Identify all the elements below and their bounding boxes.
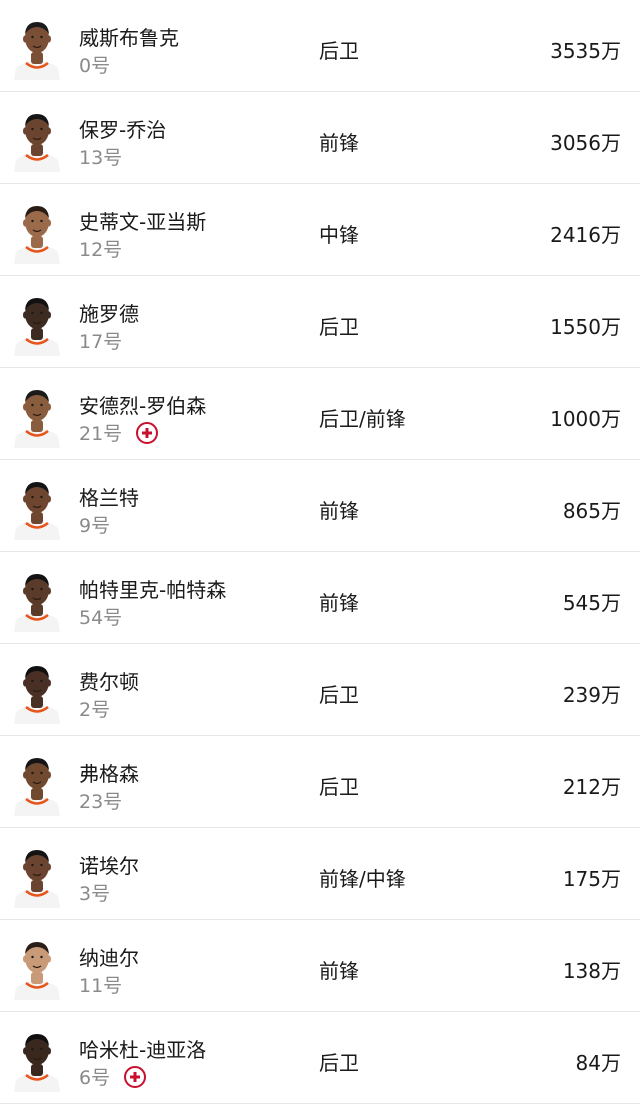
player-salary: 239万 — [562, 683, 621, 707]
player-salary: 84万 — [575, 1051, 621, 1075]
player-row[interactable]: 纳迪尔 11号 前锋 138万 — [0, 920, 640, 1012]
jersey-number-text: 6号 — [79, 1067, 111, 1089]
player-row[interactable]: 威斯布鲁克 0号 后卫 3535万 — [0, 0, 640, 92]
player-name: 帕特里克-帕特森 — [79, 578, 227, 602]
player-name: 威斯布鲁克 — [79, 26, 179, 50]
player-salary: 1000万 — [550, 407, 621, 431]
player-salary: 175万 — [562, 867, 621, 891]
player-number: 13号 — [79, 143, 122, 170]
player-name: 哈米杜-迪亚洛 — [79, 1038, 207, 1062]
player-number: 54号 — [79, 603, 122, 630]
player-name: 保罗-乔治 — [79, 118, 167, 142]
player-position: 前锋/中锋 — [319, 867, 406, 891]
player-salary: 545万 — [562, 591, 621, 615]
player-position: 后卫 — [319, 683, 359, 707]
player-avatar — [12, 290, 62, 356]
player-row[interactable]: 诺埃尔 3号 前锋/中锋 175万 — [0, 828, 640, 920]
player-row[interactable]: 史蒂文-亚当斯 12号 中锋 2416万 — [0, 184, 640, 276]
jersey-number-text: 17号 — [79, 331, 123, 353]
player-number: 21号 — [79, 419, 159, 446]
injury-icon — [136, 421, 159, 444]
player-avatar — [12, 566, 62, 632]
player-salary: 3056万 — [550, 131, 621, 155]
player-position: 后卫 — [319, 39, 359, 63]
injury-icon — [124, 1065, 147, 1088]
jersey-number-text: 21号 — [79, 423, 123, 445]
player-position: 前锋 — [319, 959, 359, 983]
player-row[interactable]: 哈米杜-迪亚洛 6号 后卫 84万 — [0, 1012, 640, 1104]
jersey-number-text: 9号 — [79, 515, 111, 537]
player-salary: 1550万 — [550, 315, 621, 339]
player-position: 后卫/前锋 — [319, 407, 406, 431]
jersey-number-text: 23号 — [79, 791, 123, 813]
jersey-number-text: 2号 — [79, 699, 111, 721]
player-avatar — [12, 750, 62, 816]
player-number: 0号 — [79, 51, 110, 78]
player-name: 费尔顿 — [79, 670, 139, 694]
player-avatar — [12, 14, 62, 80]
player-number: 6号 — [79, 1063, 147, 1090]
player-number: 2号 — [79, 695, 110, 722]
player-row[interactable]: 弗格森 23号 后卫 212万 — [0, 736, 640, 828]
player-position: 后卫 — [319, 1051, 359, 1075]
player-salary: 212万 — [562, 775, 621, 799]
player-avatar — [12, 474, 62, 540]
player-position: 后卫 — [319, 315, 359, 339]
player-row[interactable]: 施罗德 17号 后卫 1550万 — [0, 276, 640, 368]
player-name: 格兰特 — [79, 486, 139, 510]
player-avatar — [12, 934, 62, 1000]
jersey-number-text: 12号 — [79, 239, 123, 261]
player-position: 前锋 — [319, 131, 359, 155]
player-number: 3号 — [79, 879, 110, 906]
player-name: 弗格森 — [79, 762, 139, 786]
player-number: 9号 — [79, 511, 110, 538]
player-name: 史蒂文-亚当斯 — [79, 210, 207, 234]
player-salary: 865万 — [562, 499, 621, 523]
jersey-number-text: 54号 — [79, 607, 123, 629]
player-position: 中锋 — [319, 223, 359, 247]
player-salary: 2416万 — [550, 223, 621, 247]
player-row[interactable]: 保罗-乔治 13号 前锋 3056万 — [0, 92, 640, 184]
player-number: 12号 — [79, 235, 122, 262]
player-list: 威斯布鲁克 0号 后卫 3535万 保罗-乔治 13号 前锋 3056万 史蒂文… — [0, 0, 640, 1104]
jersey-number-text: 0号 — [79, 55, 111, 77]
jersey-number-text: 11号 — [79, 975, 123, 997]
player-name: 纳迪尔 — [79, 946, 139, 970]
player-row[interactable]: 格兰特 9号 前锋 865万 — [0, 460, 640, 552]
player-avatar — [12, 842, 62, 908]
player-position: 前锋 — [319, 591, 359, 615]
player-number: 23号 — [79, 787, 122, 814]
player-avatar — [12, 1026, 62, 1092]
jersey-number-text: 3号 — [79, 883, 111, 905]
player-name: 安德烈-罗伯森 — [79, 394, 207, 418]
player-row[interactable]: 帕特里克-帕特森 54号 前锋 545万 — [0, 552, 640, 644]
player-name: 诺埃尔 — [79, 854, 139, 878]
player-avatar — [12, 382, 62, 448]
player-position: 后卫 — [319, 775, 359, 799]
player-name: 施罗德 — [79, 302, 139, 326]
player-row[interactable]: 费尔顿 2号 后卫 239万 — [0, 644, 640, 736]
player-avatar — [12, 198, 62, 264]
player-salary: 3535万 — [550, 39, 621, 63]
player-avatar — [12, 658, 62, 724]
player-salary: 138万 — [562, 959, 621, 983]
player-number: 17号 — [79, 327, 122, 354]
player-avatar — [12, 106, 62, 172]
player-position: 前锋 — [319, 499, 359, 523]
player-row[interactable]: 安德烈-罗伯森 21号 后卫/前锋 1000万 — [0, 368, 640, 460]
jersey-number-text: 13号 — [79, 147, 123, 169]
player-number: 11号 — [79, 971, 122, 998]
